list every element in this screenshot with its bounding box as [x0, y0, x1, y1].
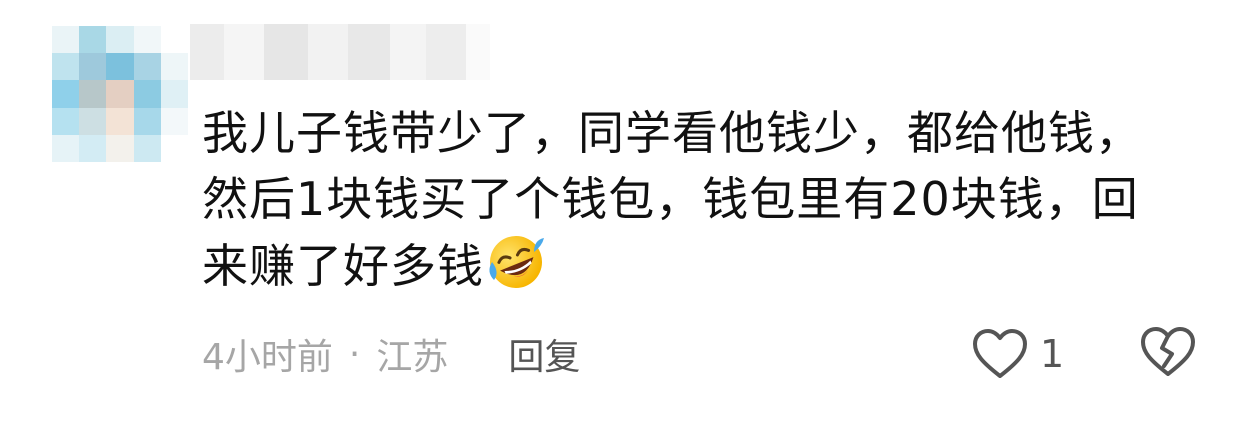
broken-heart-icon	[1141, 327, 1195, 376]
rofl-emoji-icon	[489, 236, 544, 288]
reply-button[interactable]: 回复	[508, 328, 580, 380]
dislike-button[interactable]	[1140, 326, 1196, 382]
comment-line-text: 来赚了好多钱	[202, 239, 484, 293]
comment-line: 我儿子钱带少了，同学看他钱少，都给他钱，	[202, 106, 1142, 160]
like-button[interactable]: 1	[972, 326, 1064, 382]
timestamp: 4小时前	[202, 337, 333, 378]
heart-outline-icon	[973, 329, 1027, 378]
comment-item: 我儿子钱带少了，同学看他钱少，都给他钱， 然后1块钱买了个钱包，钱包里有20块钱…	[0, 0, 1260, 430]
meta-separator: ·	[348, 333, 361, 375]
location: 江苏	[376, 337, 449, 378]
username-blurred[interactable]	[190, 24, 490, 80]
comment-line: 然后1块钱买了个钱包，钱包里有20块钱，回	[202, 172, 1139, 226]
like-count: 1	[1040, 332, 1065, 376]
comment-text: 我儿子钱带少了，同学看他钱少，都给他钱， 然后1块钱买了个钱包，钱包里有20块钱…	[202, 100, 1212, 299]
avatar[interactable]	[52, 26, 188, 162]
comment-line-last: 来赚了好多钱	[202, 232, 1212, 299]
